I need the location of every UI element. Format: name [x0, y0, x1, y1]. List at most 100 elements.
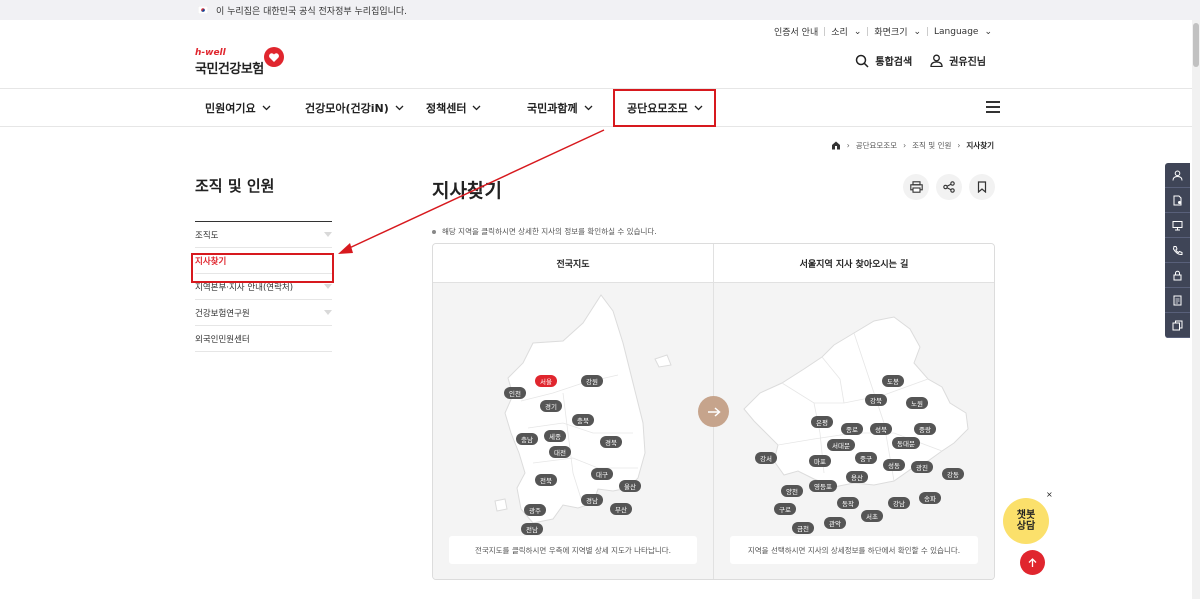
district-pin-seocho[interactable]: 서초: [861, 510, 883, 522]
gnb-item-public[interactable]: 국민과함께: [527, 89, 593, 126]
bookmark-button[interactable]: [969, 174, 995, 200]
doc-list-button[interactable]: [1165, 288, 1190, 313]
district-pin-songpa[interactable]: 송파: [919, 492, 941, 504]
district-pin-yongsan[interactable]: 용산: [846, 471, 868, 483]
region-pin-seoul[interactable]: 서울: [535, 375, 557, 387]
region-pin-busan[interactable]: 부산: [610, 503, 632, 515]
chevron-down-icon: [395, 105, 404, 110]
national-map-heading: 전국지도: [433, 244, 713, 283]
breadcrumb: › 공단요모조모 › 조직 및 인원 › 지사찾기: [831, 140, 994, 151]
util-language-link[interactable]: Language: [934, 27, 978, 37]
chevron-down-icon: ⌄: [913, 26, 922, 37]
region-pin-ulsan[interactable]: 울산: [619, 480, 641, 492]
region-pin-daegu[interactable]: 대구: [591, 468, 613, 480]
region-pin-jeonnam[interactable]: 전남: [521, 523, 543, 535]
notice-text: 해당 지역을 클릭하시면 상세한 지사의 정보를 확인하실 수 있습니다.: [442, 227, 657, 236]
region-pin-gangwon[interactable]: 강원: [581, 375, 603, 387]
gnb-item-policy[interactable]: 정책센터: [426, 89, 481, 126]
print-button[interactable]: [903, 174, 929, 200]
region-pin-sejong[interactable]: 세종: [544, 430, 566, 442]
district-pin-guro[interactable]: 구로: [774, 503, 796, 515]
district-pin-gangbuk[interactable]: 강북: [865, 394, 887, 406]
scroll-top-button[interactable]: [1020, 550, 1045, 575]
region-pin-incheon[interactable]: 인천: [504, 387, 526, 399]
district-pin-dobong[interactable]: 도봉: [882, 375, 904, 387]
lnb-item-research[interactable]: 건강보험연구원: [195, 300, 332, 326]
triangle-down-icon: [324, 232, 332, 237]
util-screen-size-link[interactable]: 화면크기: [874, 25, 907, 38]
district-pin-junggu[interactable]: 중구: [855, 452, 877, 464]
district-pin-nowon[interactable]: 노원: [906, 397, 928, 409]
lnb-label: 외국인민원센터: [195, 334, 250, 345]
lnb-item-foreigner-center[interactable]: 외국인민원센터: [195, 326, 332, 352]
person-button[interactable]: [1165, 163, 1190, 188]
region-pin-chungnam[interactable]: 충남: [516, 433, 538, 445]
document-icon: [1173, 195, 1182, 205]
region-pin-gyeonggi[interactable]: 경기: [540, 400, 562, 412]
monitor-button[interactable]: [1165, 213, 1190, 238]
chatbot-button[interactable]: 챗봇 상담: [1003, 498, 1049, 544]
chevron-down-icon: [584, 105, 593, 110]
breadcrumb-item[interactable]: 공단요모조모: [856, 140, 897, 151]
util-links: 인증서 안내 소리 ⌄ 화면크기 ⌄ Language ⌄: [774, 25, 992, 39]
user-name: 권유진님: [949, 57, 986, 68]
region-pin-chungbuk[interactable]: 충북: [572, 414, 594, 426]
district-pin-mapo[interactable]: 마포: [809, 455, 831, 467]
integrated-search-button[interactable]: 통합검색: [855, 53, 912, 68]
home-icon[interactable]: [831, 141, 841, 150]
logo-main: 국민건강보험: [195, 62, 264, 77]
district-pin-yeongdeungpo[interactable]: 영등포: [809, 480, 837, 492]
region-pin-daejeon[interactable]: 대전: [549, 446, 571, 458]
user-menu-button[interactable]: 권유진님: [930, 53, 986, 68]
region-pin-gyeongbuk[interactable]: 경북: [600, 436, 622, 448]
breadcrumb-item[interactable]: 조직 및 인원: [912, 140, 951, 151]
page-tools: [903, 174, 995, 200]
phone-button[interactable]: [1165, 238, 1190, 263]
district-pin-yangcheon[interactable]: 양천: [781, 485, 803, 497]
chevron-down-icon: ⌄: [984, 26, 992, 37]
copy-button[interactable]: [1165, 313, 1190, 338]
region-pin-gwangju[interactable]: 광주: [524, 504, 546, 516]
district-pin-gwangjin[interactable]: 광진: [911, 461, 933, 473]
share-button[interactable]: [936, 174, 962, 200]
hamburger-menu-icon[interactable]: [986, 101, 1000, 113]
district-pin-eunpyeong[interactable]: 은평: [811, 416, 833, 428]
district-pin-seongdong[interactable]: 성동: [883, 459, 905, 471]
district-pin-dongdaemun[interactable]: 동대문: [892, 437, 920, 449]
scrollbar-thumb[interactable]: [1193, 23, 1199, 67]
triangle-down-icon: [324, 310, 332, 315]
district-pin-dongjak[interactable]: 동작: [837, 497, 859, 509]
chatbot-close-icon[interactable]: ×: [1046, 490, 1053, 499]
district-pin-jongno[interactable]: 종로: [841, 423, 863, 435]
gnb-item-health[interactable]: 건강모아(건강iN): [305, 89, 404, 126]
lnb-item-org-chart[interactable]: 조직도: [195, 222, 332, 248]
district-pin-gangnam[interactable]: 강남: [888, 497, 910, 509]
region-pin-jeonbuk[interactable]: 전북: [535, 474, 557, 486]
district-pin-seodaemun[interactable]: 서대문: [827, 439, 855, 451]
district-pin-gwanak[interactable]: 관악: [824, 517, 846, 529]
site-logo[interactable]: h-well 국민건강보험: [195, 47, 284, 77]
document-button[interactable]: [1165, 188, 1190, 213]
korea-map: [494, 294, 672, 562]
district-pin-gangdong[interactable]: 강동: [942, 468, 964, 480]
region-pin-gyeongnam[interactable]: 경남: [581, 494, 603, 506]
korea-flag-icon: [198, 6, 208, 14]
user-icon: [930, 54, 943, 67]
scrollbar[interactable]: [1192, 20, 1200, 599]
map-transition-button[interactable]: [698, 396, 729, 427]
island-shape: [494, 498, 508, 512]
lock-button[interactable]: [1165, 263, 1190, 288]
chevron-down-icon: [262, 105, 271, 110]
gnb-label: 국민과함께: [527, 101, 578, 115]
breadcrumb-current: 지사찾기: [966, 141, 994, 150]
quick-sidebar: [1165, 163, 1190, 338]
util-cert-link[interactable]: 인증서 안내: [774, 25, 818, 38]
district-pin-geumcheon[interactable]: 금천: [792, 522, 814, 534]
district-pin-gangseo[interactable]: 강서: [755, 452, 777, 464]
district-pin-seongbuk[interactable]: 성북: [870, 423, 892, 435]
seoul-map-note: 지역을 선택하시면 지사의 상세정보를 하단에서 확인할 수 있습니다.: [730, 536, 978, 564]
divider: [824, 27, 826, 36]
gnb-item-civil[interactable]: 민원여기요: [205, 89, 271, 126]
district-pin-jungnang[interactable]: 중랑: [914, 423, 936, 435]
util-sound-link[interactable]: 소리: [831, 25, 848, 38]
